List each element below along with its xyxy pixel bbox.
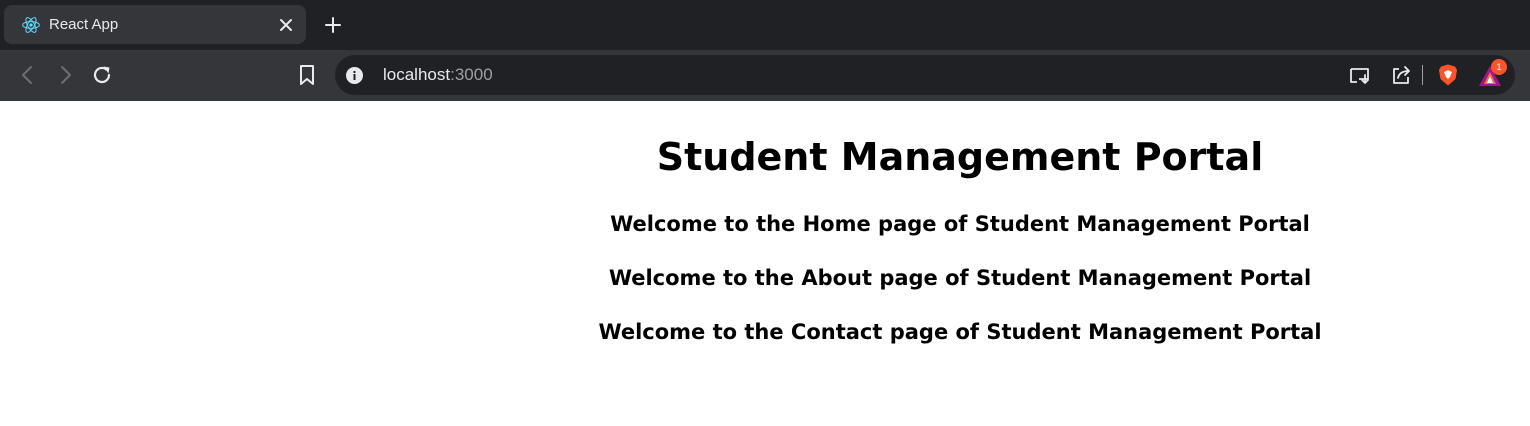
- browser-toolbar: localhost:3000 1: [0, 50, 1530, 101]
- close-tab-icon[interactable]: [276, 15, 296, 35]
- url-host: localhost: [383, 65, 451, 84]
- page-content: Student Management Portal Welcome to the…: [0, 101, 1530, 426]
- back-arrow-icon[interactable]: [16, 63, 40, 87]
- contact-welcome-text: Welcome to the Contact page of Student M…: [598, 320, 1322, 344]
- url-port: :3000: [450, 65, 493, 84]
- forward-arrow-icon[interactable]: [53, 63, 77, 87]
- share-icon[interactable]: [1389, 63, 1413, 87]
- notification-badge: 1: [1491, 59, 1507, 75]
- new-tab-icon[interactable]: [323, 15, 343, 35]
- url-text: localhost:3000: [383, 65, 493, 85]
- browser-tab[interactable]: React App: [4, 5, 306, 44]
- brave-shields-icon[interactable]: [1436, 63, 1460, 87]
- toolbar-divider: [1422, 65, 1423, 85]
- bookmark-icon[interactable]: [295, 63, 319, 87]
- site-info-icon[interactable]: [346, 67, 363, 84]
- install-app-icon[interactable]: [1348, 63, 1372, 87]
- react-logo-icon: [22, 17, 40, 33]
- address-bar[interactable]: localhost:3000: [335, 55, 1515, 95]
- about-welcome-text: Welcome to the About page of Student Man…: [608, 266, 1312, 290]
- tab-title: React App: [49, 16, 119, 33]
- brave-rewards-button[interactable]: 1: [1478, 59, 1507, 88]
- reload-icon[interactable]: [90, 63, 114, 87]
- browser-tab-bar: React App: [0, 0, 1530, 50]
- page-title: Student Management Portal: [656, 135, 1264, 179]
- home-welcome-text: Welcome to the Home page of Student Mana…: [610, 212, 1310, 236]
